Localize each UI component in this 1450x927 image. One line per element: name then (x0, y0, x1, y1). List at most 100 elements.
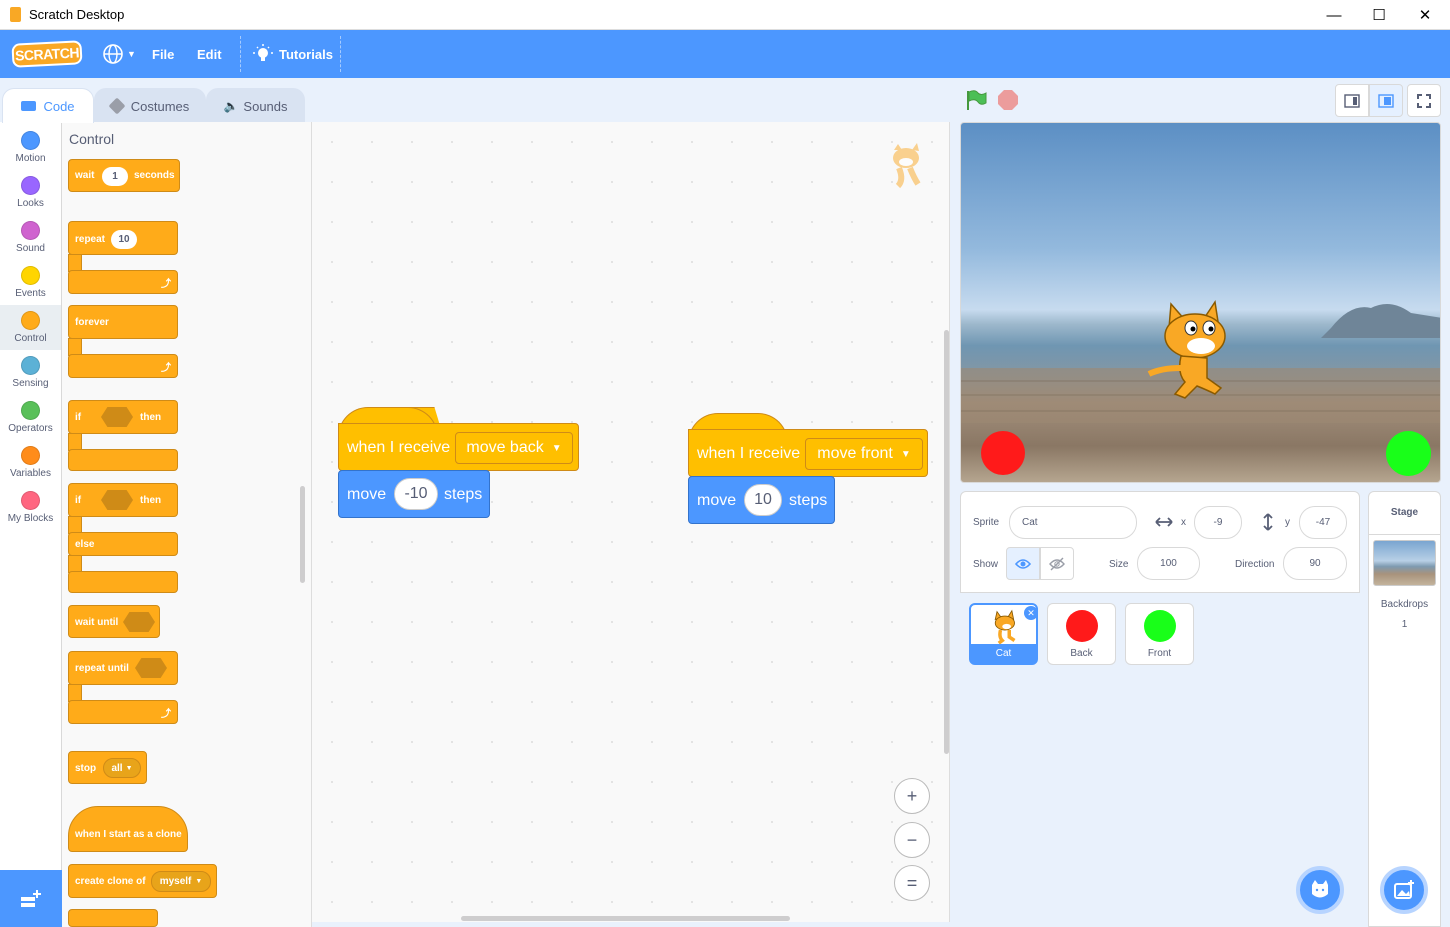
tab-costumes[interactable]: Costumes (94, 88, 206, 123)
block-stop[interactable]: stop all ▼ (68, 751, 147, 784)
add-extension-button[interactable] (0, 870, 62, 927)
condition-slot[interactable] (123, 612, 155, 632)
message-dropdown[interactable]: move back ▼ (455, 432, 573, 464)
category-color-dot (21, 356, 40, 375)
workspace-vertical-scrollbar[interactable] (944, 330, 949, 754)
zoom-in-icon: + (906, 785, 918, 806)
stage-canvas[interactable] (960, 122, 1441, 483)
category-events[interactable]: Events (0, 260, 61, 305)
stop-option-dropdown[interactable]: all ▼ (103, 758, 141, 778)
language-menu[interactable]: ▼ (102, 30, 136, 78)
block-repeat-until[interactable]: repeat until (68, 651, 178, 685)
y-label: y (1285, 517, 1290, 528)
loop-arrow-icon: ⤴ (161, 709, 171, 720)
delete-sprite-icon[interactable]: ✕ (1024, 606, 1038, 620)
block-repeat-label: repeat (75, 234, 106, 245)
green-flag-icon[interactable] (965, 89, 987, 111)
fullscreen-button[interactable] (1407, 84, 1441, 117)
block-when-clone-label: when I start as a clone (75, 829, 182, 840)
hat-label: when I receive (347, 439, 451, 456)
category-label: Control (14, 333, 47, 344)
x-position-input[interactable]: -9 (1194, 506, 1242, 539)
sprite-tile-back[interactable]: Back (1047, 603, 1116, 665)
script-2-move-block[interactable]: move 10 steps (688, 476, 835, 524)
steps-input[interactable]: 10 (744, 484, 782, 516)
chevron-down-icon: ▼ (551, 442, 562, 454)
category-variables[interactable]: Variables (0, 440, 61, 485)
hide-sprite-button[interactable] (1040, 547, 1074, 580)
normal-stage-button[interactable] (1369, 84, 1403, 117)
category-color-dot (21, 266, 40, 285)
category-operators[interactable]: Operators (0, 395, 61, 440)
stop-button[interactable] (998, 90, 1018, 110)
steps-input[interactable]: -10 (394, 478, 438, 510)
block-repeat[interactable]: repeat 10 (68, 221, 178, 255)
block-create-clone[interactable]: create clone of myself ▼ (68, 864, 217, 898)
condition-slot[interactable] (135, 658, 167, 678)
backdrop-thumbnail[interactable] (1373, 540, 1436, 586)
y-position-input[interactable]: -47 (1299, 506, 1347, 539)
workspace-horizontal-scrollbar[interactable] (461, 916, 790, 921)
direction-input[interactable]: 90 (1283, 547, 1347, 580)
block-stop-label: stop (75, 763, 97, 774)
zoom-reset-button[interactable]: = (894, 865, 930, 901)
cat-sprite[interactable] (1141, 298, 1241, 403)
block-if-then[interactable]: if then (68, 400, 178, 434)
category-looks[interactable]: Looks (0, 170, 61, 215)
wait-seconds-input[interactable]: 1 (102, 167, 128, 186)
small-stage-button[interactable] (1335, 84, 1369, 117)
block-forever[interactable]: forever (68, 305, 178, 339)
tutorials-menu[interactable]: Tutorials (253, 30, 333, 78)
block-when-clone[interactable]: when I start as a clone (68, 806, 188, 852)
file-menu[interactable]: File (152, 30, 174, 78)
scratch-logo[interactable]: SCRATCH (11, 40, 83, 68)
chevron-down-icon: ▼ (195, 878, 203, 885)
choose-backdrop-button[interactable] (1380, 866, 1428, 914)
close-button[interactable]: ✕ (1402, 0, 1448, 30)
back-sprite-on-stage[interactable] (981, 431, 1025, 475)
script-1-move-block[interactable]: move -10 steps (338, 470, 490, 518)
repeat-count-input[interactable]: 10 (111, 230, 137, 249)
maximize-button[interactable]: ☐ (1356, 0, 1402, 30)
category-sound[interactable]: Sound (0, 215, 61, 260)
normal-stage-icon (1378, 93, 1394, 108)
category-color-dot (21, 131, 40, 150)
sprite-name-input[interactable]: Cat (1009, 506, 1137, 539)
category-motion[interactable]: Motion (0, 125, 61, 170)
zoom-out-button[interactable]: − (894, 822, 930, 858)
category-color-dot (21, 491, 40, 510)
show-sprite-button[interactable] (1006, 547, 1040, 580)
script-2-hat-body[interactable]: when I receive move front ▼ (688, 429, 928, 477)
vertical-arrows-icon (1263, 513, 1273, 531)
block-delete-clone-partial[interactable] (68, 909, 158, 927)
tab-costumes-label: Costumes (130, 98, 190, 114)
script-1-hat-body[interactable]: when I receive move back ▼ (338, 423, 579, 471)
tab-sounds[interactable]: 🔈 Sounds (206, 88, 305, 123)
block-wait[interactable]: wait 1 seconds (68, 159, 180, 192)
block-if-else[interactable]: if then (68, 483, 178, 517)
block-wait-suffix: seconds (134, 170, 175, 181)
tab-code[interactable]: Code (2, 88, 94, 123)
code-workspace[interactable] (312, 122, 950, 922)
palette-scrollbar[interactable] (300, 486, 305, 583)
category-label: Events (15, 288, 46, 299)
cat-thumbnail (994, 609, 1015, 644)
block-wait-until[interactable]: wait until (68, 605, 160, 638)
clone-target-dropdown[interactable]: myself ▼ (151, 871, 211, 892)
edit-menu[interactable]: Edit (197, 30, 222, 78)
block-if-label: if (75, 412, 82, 423)
minimize-button[interactable]: — (1311, 0, 1357, 30)
front-sprite-on-stage[interactable] (1386, 431, 1431, 476)
choose-sprite-button[interactable] (1296, 866, 1344, 914)
category-my-blocks[interactable]: My Blocks (0, 485, 61, 530)
category-sensing[interactable]: Sensing (0, 350, 61, 395)
condition-slot[interactable] (101, 407, 133, 427)
size-input[interactable]: 100 (1137, 547, 1200, 580)
sprite-tile-cat[interactable]: ✕ Cat (969, 603, 1038, 665)
zoom-in-button[interactable]: + (894, 778, 930, 814)
category-control[interactable]: Control (0, 305, 61, 350)
message-dropdown[interactable]: move front ▼ (805, 438, 923, 470)
condition-slot[interactable] (101, 490, 133, 510)
backdrops-count: 1 (1401, 619, 1408, 630)
sprite-tile-front[interactable]: Front (1125, 603, 1194, 665)
